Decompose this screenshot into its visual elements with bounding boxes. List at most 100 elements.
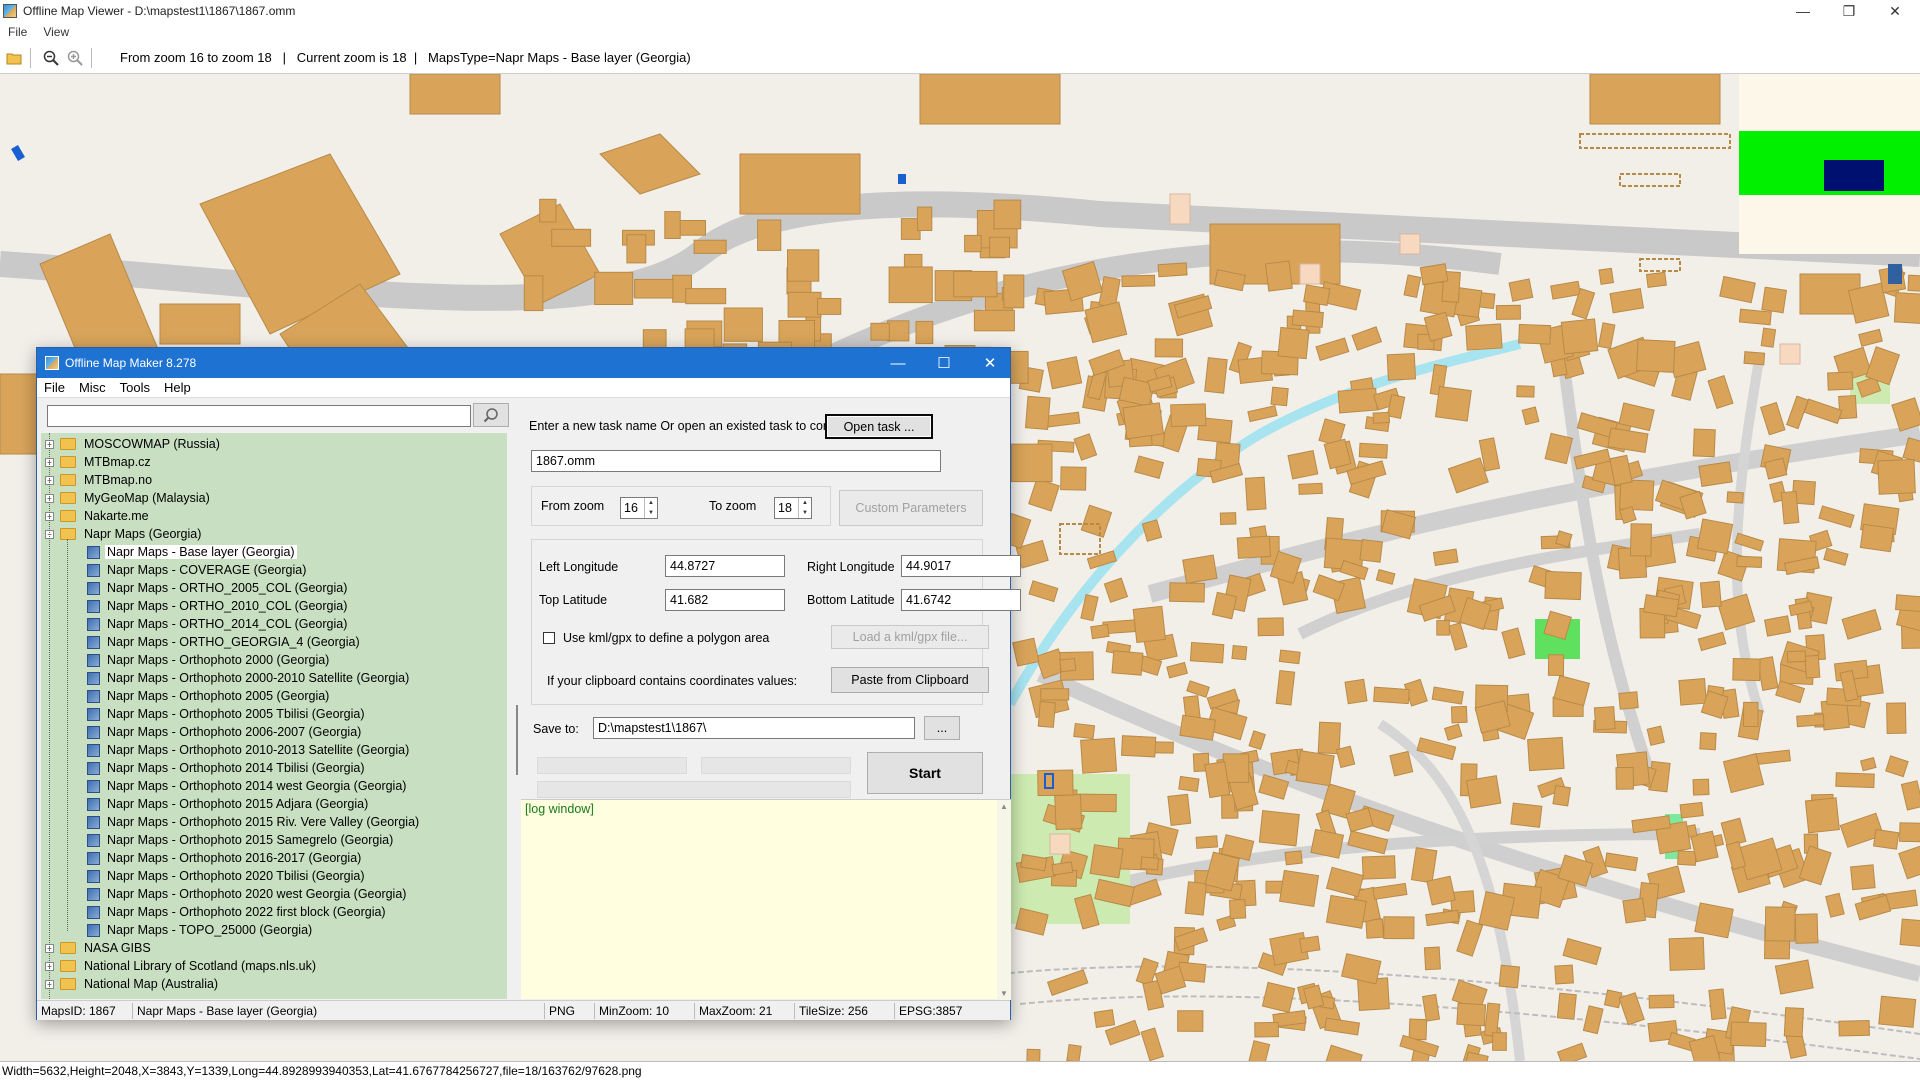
- map-building: [1410, 847, 1438, 884]
- map-building: [1645, 271, 1667, 288]
- tree-map-item[interactable]: Napr Maps - Orthophoto 2014 west Georgia…: [87, 777, 408, 795]
- save-to-input[interactable]: D:\mapstest1\1867\: [593, 717, 915, 739]
- dialog-menu-tools[interactable]: Tools: [113, 380, 157, 395]
- tree-map-item[interactable]: Napr Maps - Orthophoto 2020 west Georgia…: [87, 885, 408, 903]
- viewer-title: Offline Map Viewer - D:\mapstest1\1867\1…: [23, 4, 296, 18]
- top-latitude-input[interactable]: 41.682: [665, 589, 785, 611]
- tree-folder-item[interactable]: + Nakarte.me: [45, 507, 151, 525]
- tree-folder-item[interactable]: + National Map (Australia): [45, 975, 220, 993]
- status-maps-id: MapsID: 1867: [37, 1002, 133, 1019]
- menu-file[interactable]: File: [0, 25, 35, 39]
- tree-map-item[interactable]: Napr Maps - Orthophoto 2015 Riv. Vere Va…: [87, 813, 421, 831]
- minimize-icon[interactable]: —: [1780, 0, 1826, 22]
- browse-button[interactable]: ...: [924, 716, 960, 740]
- tree-map-item[interactable]: Napr Maps - Orthophoto 2014 Tbilisi (Geo…: [87, 759, 367, 777]
- map-building: [1358, 442, 1388, 459]
- tree-map-item[interactable]: Napr Maps - Orthophoto 2016-2017 (Georgi…: [87, 849, 363, 867]
- map-building: [1182, 554, 1218, 584]
- map-building: [1732, 657, 1761, 682]
- open-folder-icon[interactable]: [4, 48, 24, 68]
- use-kml-checkbox[interactable]: [543, 632, 555, 644]
- log-scrollbar[interactable]: ▲ ▼: [997, 800, 1011, 1000]
- bottom-latitude-input[interactable]: 41.6742: [901, 589, 1021, 611]
- map-building: [1236, 535, 1272, 559]
- map-building: [1275, 669, 1296, 706]
- left-longitude-input[interactable]: 44.8727: [665, 555, 785, 577]
- map-building: [1774, 959, 1814, 995]
- start-button[interactable]: Start: [867, 752, 983, 794]
- tree-folder-item[interactable]: + MTBmap.cz: [45, 453, 153, 471]
- tree-map-item[interactable]: Napr Maps - Orthophoto 2000-2010 Satelli…: [87, 669, 411, 687]
- tree-map-item[interactable]: Napr Maps - ORTHO_2005_COL (Georgia): [87, 579, 349, 597]
- map-layer-icon: [87, 653, 100, 667]
- map-building: [1708, 988, 1727, 1021]
- paste-clipboard-button[interactable]: Paste from Clipboard: [831, 667, 989, 693]
- task-name-input[interactable]: 1867.omm: [531, 450, 941, 472]
- overview-minimap[interactable]: [1739, 74, 1920, 254]
- map-building: [1508, 278, 1534, 302]
- tree-item-label: Napr Maps - COVERAGE (Georgia): [107, 563, 307, 577]
- open-task-button[interactable]: Open task ...: [825, 414, 933, 439]
- scroll-down-icon[interactable]: ▼: [1000, 989, 1008, 998]
- tree-folder-item[interactable]: + MOSCOWMAP (Russia): [45, 435, 222, 453]
- dialog-minimize-icon[interactable]: —: [875, 348, 921, 378]
- to-zoom-spinner[interactable]: 18 ▲ ▼: [774, 497, 812, 519]
- tree-folder-item[interactable]: + NASA GIBS: [45, 939, 153, 957]
- dialog-menu-help[interactable]: Help: [157, 380, 198, 395]
- map-building: [1598, 267, 1614, 285]
- tree-map-item[interactable]: Napr Maps - Base layer (Georgia): [87, 543, 297, 561]
- spinner-arrows-icon[interactable]: ▲ ▼: [798, 498, 811, 518]
- map-building: [1465, 323, 1503, 351]
- maps-search-input[interactable]: [47, 405, 471, 427]
- tree-folder-item[interactable]: + National Library of Scotland (maps.nls.…: [45, 957, 318, 975]
- custom-parameters-button[interactable]: Custom Parameters: [839, 490, 983, 526]
- tree-map-item[interactable]: Napr Maps - ORTHO_2010_COL (Georgia): [87, 597, 349, 615]
- tree-map-item[interactable]: Napr Maps - COVERAGE (Georgia): [87, 561, 308, 579]
- dialog-statusbar: MapsID: 1867 Napr Maps - Base layer (Geo…: [37, 1000, 1010, 1020]
- tree-map-item[interactable]: Napr Maps - ORTHO_GEORGIA_4 (Georgia): [87, 633, 362, 651]
- overview-viewport-rect[interactable]: [1824, 160, 1884, 191]
- right-longitude-input[interactable]: 44.9017: [901, 555, 1021, 577]
- tree-map-item[interactable]: Napr Maps - ORTHO_2014_COL (Georgia): [87, 615, 349, 633]
- map-building: [551, 228, 592, 247]
- dialog-menu-misc[interactable]: Misc: [72, 380, 113, 395]
- tree-map-item[interactable]: Napr Maps - Orthophoto 2010-2013 Satelli…: [87, 741, 411, 759]
- scroll-up-icon[interactable]: ▲: [1000, 802, 1008, 811]
- map-layer-icon: [87, 923, 100, 937]
- tree-map-item[interactable]: Napr Maps - Orthophoto 2015 Adjara (Geor…: [87, 795, 370, 813]
- menu-view[interactable]: View: [35, 25, 77, 39]
- tree-map-item[interactable]: Napr Maps - TOPO_25000 (Georgia): [87, 921, 314, 939]
- tree-folder-item[interactable]: − Napr Maps (Georgia): [45, 525, 203, 543]
- map-building: [1310, 828, 1345, 859]
- dialog-menu-file[interactable]: File: [37, 380, 72, 395]
- tree-map-item[interactable]: Napr Maps - Orthophoto 2015 Samegrelo (G…: [87, 831, 395, 849]
- tree-map-item[interactable]: Napr Maps - Orthophoto 2006-2007 (Georgi…: [87, 723, 363, 741]
- load-kml-button[interactable]: Load a kml/gpx file...: [831, 625, 989, 649]
- restore-icon[interactable]: ❐: [1826, 0, 1872, 22]
- map-building: [1692, 778, 1710, 796]
- tree-map-item[interactable]: Napr Maps - Orthophoto 2005 (Georgia): [87, 687, 331, 705]
- search-button[interactable]: [473, 403, 509, 427]
- tree-scrollbar[interactable]: [513, 433, 521, 999]
- tree-folder-item[interactable]: + MTBmap.no: [45, 471, 154, 489]
- map-building: [953, 270, 998, 298]
- tree-map-item[interactable]: Napr Maps - Orthophoto 2020 Tbilisi (Geo…: [87, 867, 367, 885]
- map-layer-icon: [87, 545, 100, 559]
- maps-tree[interactable]: + MOSCOWMAP (Russia) + MTBmap.cz + MTBmap.no +…: [41, 433, 507, 999]
- tree-map-item[interactable]: Napr Maps - Orthophoto 2000 (Georgia): [87, 651, 331, 669]
- map-building: [1386, 352, 1417, 381]
- zoom-in-icon[interactable]: [65, 48, 85, 68]
- tree-map-item[interactable]: Napr Maps - Orthophoto 2005 Tbilisi (Geo…: [87, 705, 367, 723]
- tree-map-item[interactable]: Napr Maps - Orthophoto 2022 first block …: [87, 903, 388, 921]
- dialog-close-icon[interactable]: ✕: [967, 348, 1013, 378]
- map-building: [1736, 555, 1763, 568]
- zoom-out-icon[interactable]: [41, 48, 61, 68]
- log-window[interactable]: [log window] ▲ ▼: [521, 799, 1011, 1000]
- dialog-maximize-icon[interactable]: ☐: [921, 348, 967, 378]
- map-building: [1040, 688, 1070, 701]
- spinner-arrows-icon[interactable]: ▲ ▼: [644, 498, 657, 518]
- tree-folder-item[interactable]: + MyGeoMap (Malaysia): [45, 489, 212, 507]
- from-zoom-spinner[interactable]: 16 ▲ ▼: [620, 497, 658, 519]
- tree-scrollbar-thumb[interactable]: [516, 705, 518, 775]
- close-icon[interactable]: ✕: [1872, 0, 1918, 22]
